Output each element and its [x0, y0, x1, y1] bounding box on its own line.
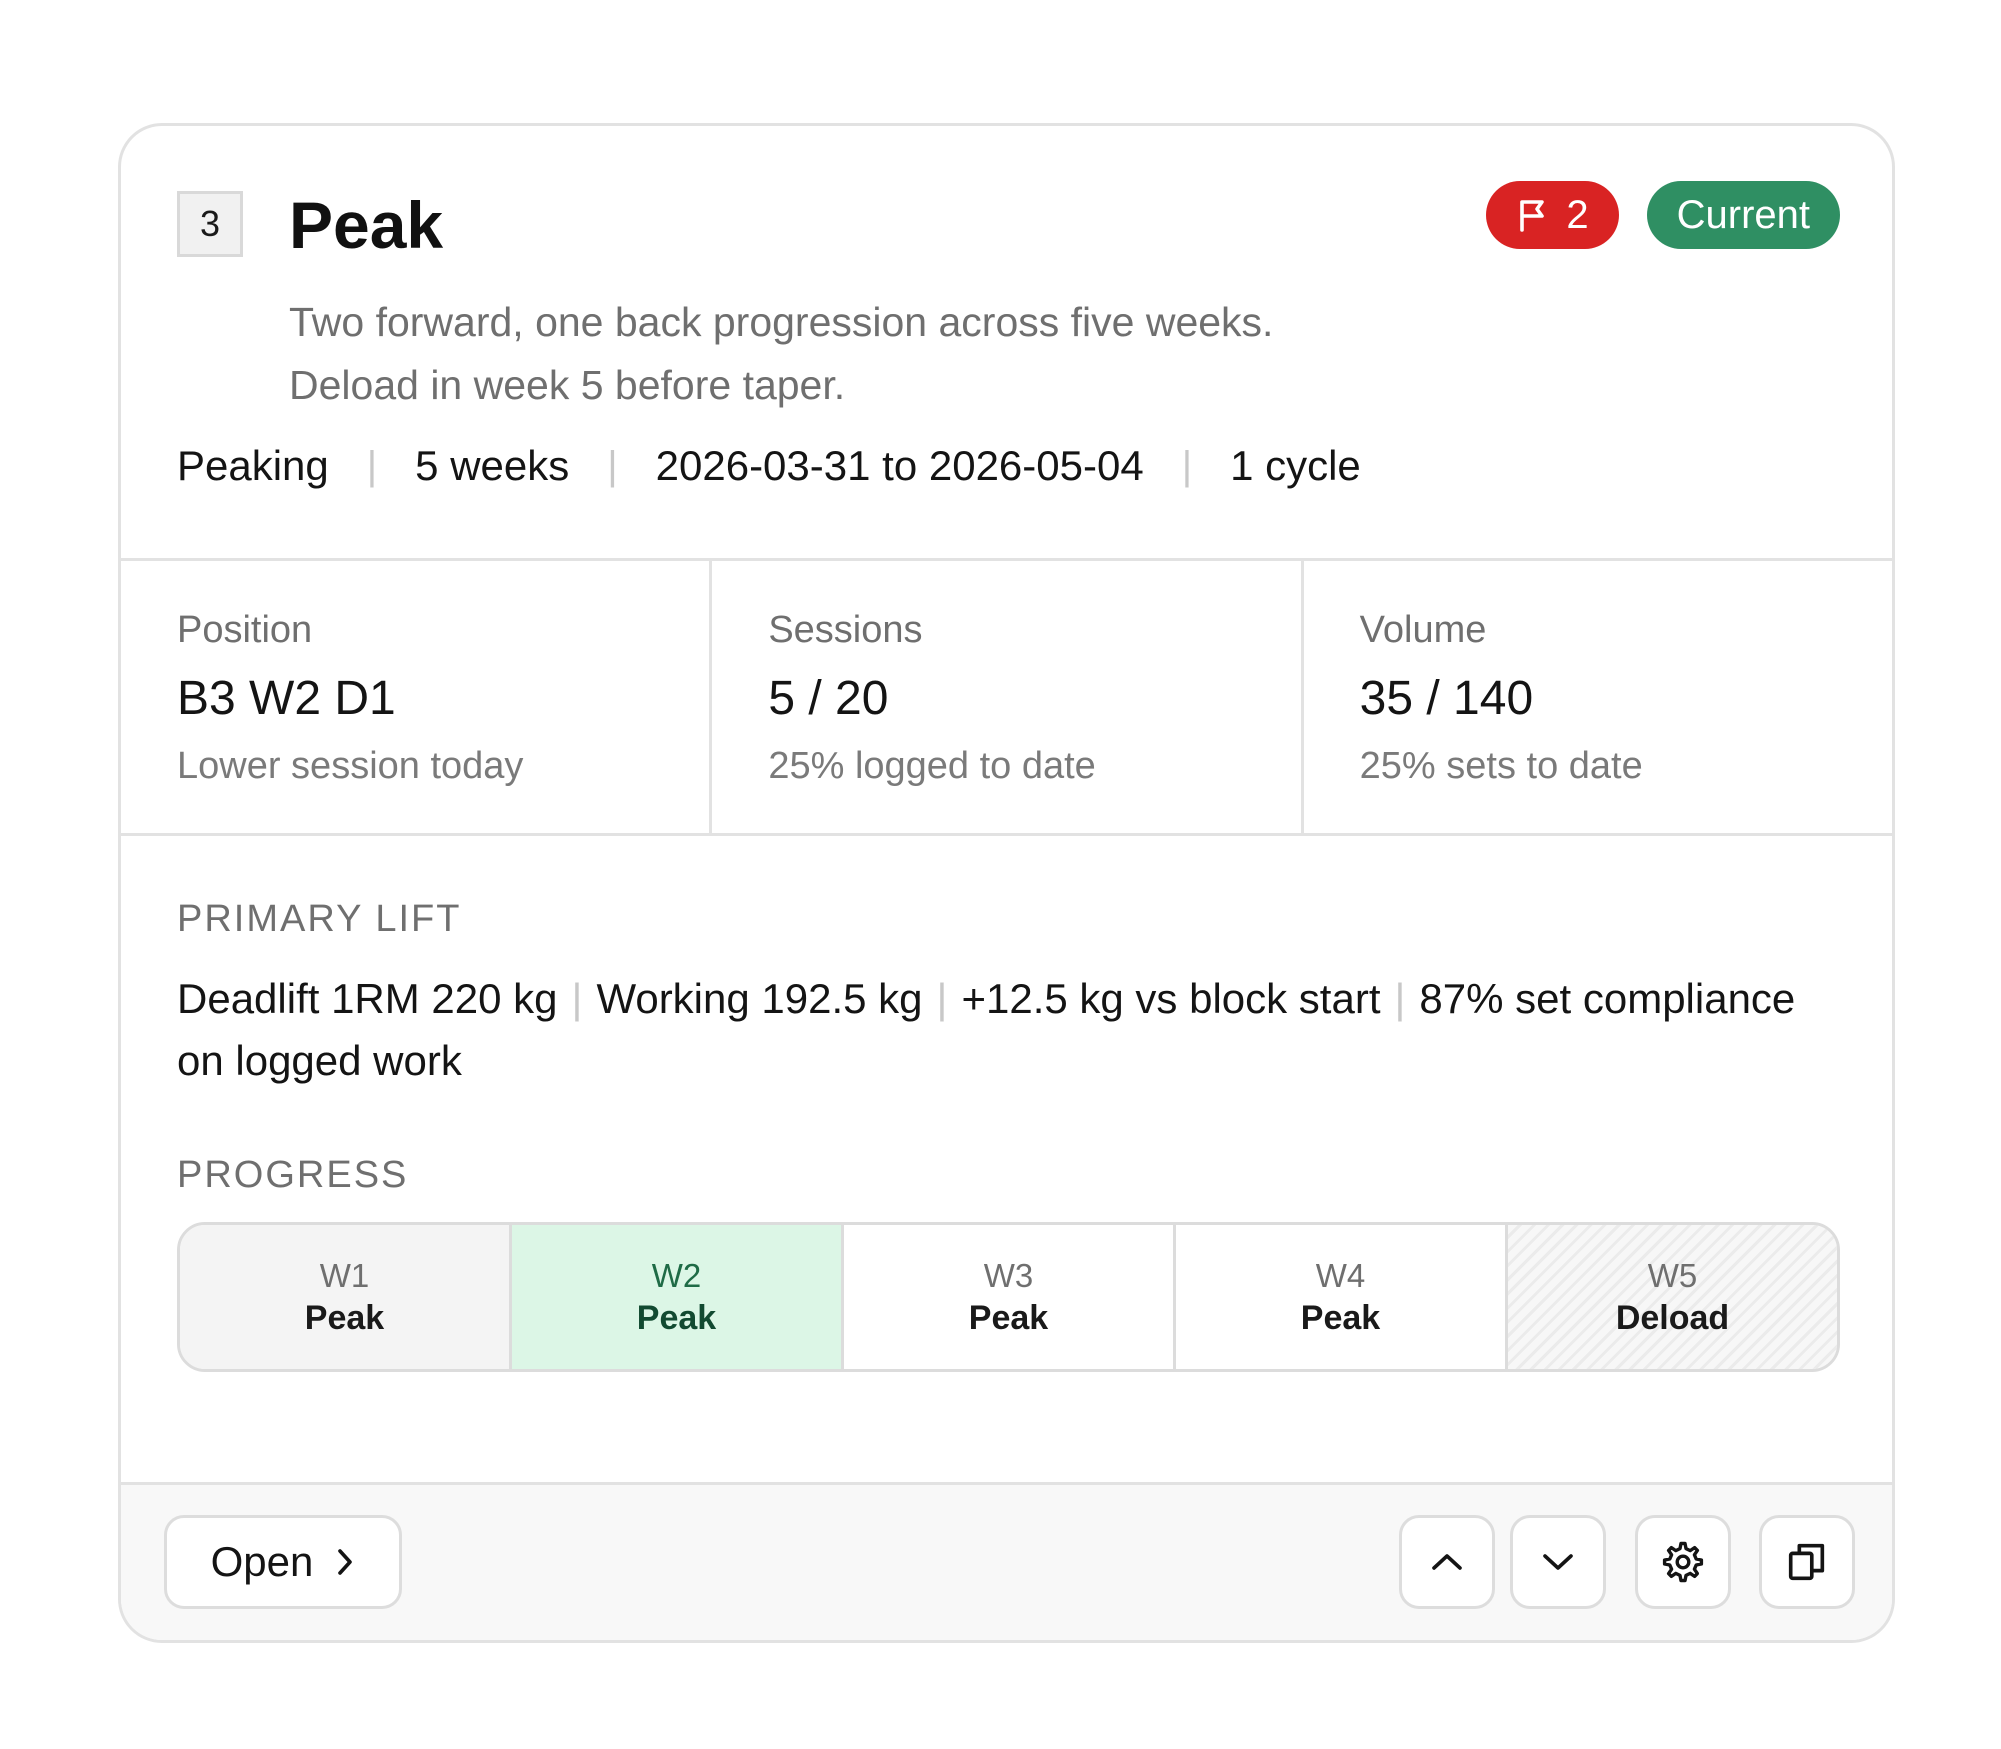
- week-name: Peak: [636, 1299, 717, 1337]
- lift-separator: |: [1394, 975, 1406, 1022]
- stat-position: Position B3 W2 D1 Lower session today: [121, 561, 713, 833]
- open-button[interactable]: Open: [164, 1515, 402, 1609]
- lift-delta: +12.5 kg vs block start: [961, 975, 1381, 1022]
- gear-icon: [1659, 1538, 1707, 1586]
- primary-lift-summary: Deadlift 1RM 220 kg | Working 192.5 kg | +12…: [177, 968, 1817, 1092]
- settings-button[interactable]: [1635, 1515, 1731, 1609]
- flag-icon: [1518, 198, 1548, 232]
- stat-subtext: 25% sets to date: [1359, 745, 1643, 787]
- stat-label: Sessions: [768, 609, 923, 651]
- chevron-down-icon: [1541, 1551, 1575, 1573]
- week-number: W4: [1315, 1257, 1366, 1294]
- meta-separator: |: [366, 443, 378, 488]
- block-description: Two forward, one back progression across…: [289, 291, 1689, 417]
- progress-weeks: W1 Peak W2 Peak W3 Peak W4 Peak W5 Deloa…: [177, 1222, 1840, 1372]
- badge-group: 2 Current: [1486, 181, 1840, 249]
- week-number: W5: [1647, 1257, 1698, 1294]
- card-header: 3 Peak 2 Current Two forward, one back p…: [121, 126, 1892, 558]
- block-title: Peak: [289, 188, 444, 262]
- open-button-label: Open: [210, 1538, 314, 1585]
- description-line: Deload in week 5 before taper.: [289, 362, 846, 408]
- stat-label: Position: [177, 609, 313, 651]
- block-card: 3 Peak 2 Current Two forward, one back p…: [118, 123, 1895, 1643]
- flag-count: 2: [1566, 192, 1589, 237]
- stat-value: 5 / 20: [768, 672, 889, 725]
- move-down-button[interactable]: [1510, 1515, 1606, 1609]
- stat-value: 35 / 140: [1359, 672, 1534, 725]
- lift-working: Working 192.5 kg: [596, 975, 923, 1022]
- stats-row: Position B3 W2 D1 Lower session today Se…: [121, 558, 1892, 836]
- week-number: W1: [319, 1257, 370, 1294]
- week-name: Peak: [968, 1299, 1049, 1337]
- progress-heading: PROGRESS: [177, 1154, 409, 1196]
- block-meta: Peaking | 5 weeks | 2026-03-31 to 2026-0…: [177, 442, 1361, 490]
- stat-label: Volume: [1359, 609, 1487, 651]
- stat-subtext: 25% logged to date: [768, 745, 1096, 787]
- card-footer: Open: [121, 1482, 1892, 1640]
- status-badge: Current: [1646, 181, 1840, 249]
- flag-count-badge[interactable]: 2: [1486, 181, 1619, 249]
- week-name: Peak: [304, 1299, 385, 1337]
- lift-one-rm: Deadlift 1RM 220 kg: [177, 975, 558, 1022]
- meta-duration: 5 weeks: [415, 442, 570, 489]
- lift-separator: |: [936, 975, 948, 1022]
- stat-volume: Volume 35 / 140 25% sets to date: [1304, 561, 1892, 833]
- stat-value: B3 W2 D1: [177, 672, 396, 725]
- meta-phase: Peaking: [177, 442, 329, 489]
- week-number: W3: [983, 1257, 1034, 1294]
- description-line: Two forward, one back progression across…: [289, 299, 1274, 345]
- meta-cycles: 1 cycle: [1230, 442, 1361, 489]
- week-number: W2: [651, 1257, 702, 1294]
- stat-sessions: Sessions 5 / 20 25% logged to date: [712, 561, 1304, 833]
- block-number-badge: 3: [177, 191, 243, 257]
- copy-icon: [1784, 1539, 1830, 1585]
- week-cell-w3[interactable]: W3 Peak: [844, 1225, 1176, 1369]
- move-up-button[interactable]: [1399, 1515, 1495, 1609]
- week-cell-w4[interactable]: W4 Peak: [1176, 1225, 1508, 1369]
- week-cell-w5[interactable]: W5 Deload: [1508, 1225, 1837, 1369]
- meta-dates: 2026-03-31 to 2026-05-04: [655, 442, 1144, 489]
- lift-separator: |: [571, 975, 583, 1022]
- meta-separator: |: [1181, 443, 1193, 488]
- chevron-up-icon: [1430, 1551, 1464, 1573]
- week-cell-w1[interactable]: W1 Peak: [180, 1225, 512, 1369]
- stat-subtext: Lower session today: [177, 745, 524, 787]
- meta-separator: |: [607, 443, 618, 488]
- week-name: Deload: [1615, 1299, 1730, 1337]
- duplicate-button[interactable]: [1759, 1515, 1855, 1609]
- week-cell-w2[interactable]: W2 Peak: [512, 1225, 844, 1369]
- primary-lift-heading: PRIMARY LIFT: [177, 898, 462, 940]
- week-name: Peak: [1300, 1299, 1381, 1337]
- chevron-right-icon: [335, 1546, 355, 1578]
